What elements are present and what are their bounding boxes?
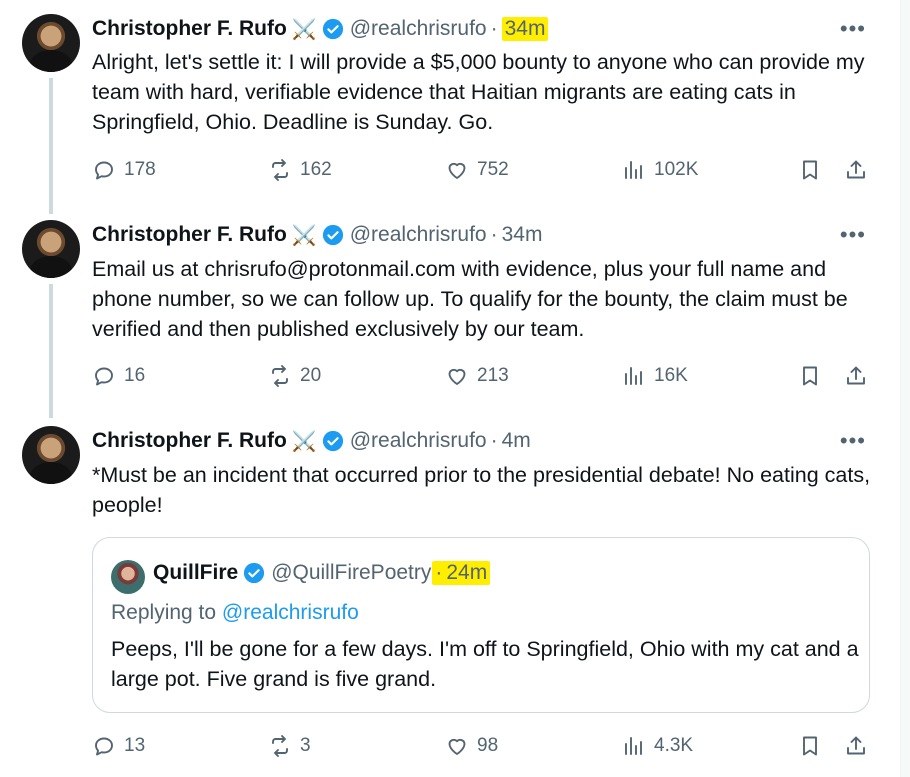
action-bar: 16 20 213 16K [92, 364, 882, 394]
heart-icon [448, 738, 466, 755]
timestamp-highlight[interactable]: · 24m [432, 561, 491, 585]
repost-button[interactable]: 162 [268, 158, 332, 182]
verified-badge-icon [244, 562, 265, 584]
author-name[interactable]: Christopher F. Rufo [92, 223, 287, 247]
action-bar: 13 3 98 4.3K [92, 734, 882, 764]
reply-icon [95, 737, 113, 756]
like-button[interactable]: 213 [445, 364, 509, 388]
timestamp: 24m [446, 561, 488, 584]
separator: · [435, 561, 443, 584]
verified-badge-icon [322, 224, 343, 246]
tweet-header: Christopher F. Rufo ⚔️ @realchrisrufo · … [92, 426, 531, 456]
more-options-icon[interactable]: ••• [840, 16, 866, 42]
replying-to: Replying to @realchrisrufo [111, 601, 359, 625]
more-options-icon[interactable]: ••• [840, 222, 866, 248]
repost-button[interactable]: 3 [268, 734, 311, 758]
heart-icon [448, 368, 466, 385]
bookmark-button[interactable] [798, 734, 830, 758]
tweet-2[interactable]: Christopher F. Rufo ⚔️ @realchrisrufo · … [0, 206, 900, 418]
share-icon [847, 160, 865, 179]
tweet-text: *Must be an incident that occurred prior… [92, 463, 871, 517]
reply-count: 16 [124, 365, 146, 386]
tweet-header: Christopher F. Rufo ⚔️ @realchrisrufo · … [92, 220, 542, 250]
tweet-header: Christopher F. Rufo ⚔️ @realchrisrufo · … [92, 14, 549, 44]
verified-badge-icon [322, 18, 343, 40]
views-button[interactable]: 16K [622, 364, 688, 388]
reply-icon [95, 161, 113, 180]
avatar[interactable] [22, 14, 80, 72]
replying-to-handle[interactable]: @realchrisrufo [222, 601, 359, 624]
reply-icon [95, 367, 113, 386]
separator: · [490, 223, 498, 246]
tweet-1[interactable]: Christopher F. Rufo ⚔️ @realchrisrufo · … [0, 0, 900, 214]
author-name[interactable]: QuillFire [153, 561, 238, 585]
action-bar: 178 162 752 102K [92, 158, 882, 188]
repost-button[interactable]: 20 [268, 364, 321, 388]
swords-emoji: ⚔️ [291, 224, 317, 247]
like-count: 98 [477, 735, 499, 756]
thread-line [49, 78, 53, 214]
share-icon [847, 736, 865, 755]
timestamp[interactable]: 34m [501, 17, 549, 41]
author-handle[interactable]: @QuillFirePoetry [271, 561, 431, 585]
repost-icon [272, 365, 288, 387]
bookmark-icon [803, 160, 817, 180]
avatar[interactable] [22, 220, 80, 278]
reply-button[interactable]: 13 [92, 734, 145, 758]
repost-count: 162 [300, 159, 332, 180]
avatar[interactable] [22, 426, 80, 484]
author-name[interactable]: Christopher F. Rufo [92, 429, 287, 453]
like-count: 213 [477, 365, 509, 386]
reply-button[interactable]: 178 [92, 158, 156, 182]
timestamp[interactable]: 34m [502, 223, 543, 247]
scrollbar-track[interactable] [900, 0, 910, 777]
like-button[interactable]: 752 [445, 158, 509, 182]
timestamp[interactable]: 4m [502, 429, 531, 453]
views-button[interactable]: 102K [622, 158, 698, 182]
bookmark-icon [803, 736, 817, 756]
view-count: 4.3K [654, 735, 694, 756]
view-count: 102K [654, 159, 699, 180]
author-name[interactable]: Christopher F. Rufo [92, 17, 287, 41]
author-handle[interactable]: @realchrisrufo [350, 223, 487, 247]
reply-button[interactable]: 16 [92, 364, 145, 388]
share-button[interactable] [844, 734, 876, 758]
bookmark-button[interactable] [798, 364, 830, 388]
heart-icon [448, 162, 466, 179]
reply-count: 13 [124, 735, 146, 756]
thread-line [49, 284, 53, 418]
like-count: 752 [477, 159, 509, 180]
share-button[interactable] [844, 158, 876, 182]
swords-emoji: ⚔️ [291, 18, 317, 41]
swords-emoji: ⚔️ [291, 430, 317, 453]
separator: · [490, 17, 498, 40]
avatar[interactable] [111, 560, 145, 594]
replying-prefix: Replying to [111, 601, 222, 624]
views-button[interactable]: 4.3K [622, 734, 693, 758]
quoted-tweet-header: QuillFire @QuillFirePoetry · 24m [153, 561, 491, 585]
repost-count: 20 [300, 365, 322, 386]
share-icon [847, 366, 865, 385]
analytics-icon [625, 161, 642, 179]
author-handle[interactable]: @realchrisrufo [350, 429, 487, 453]
view-count: 16K [654, 365, 688, 386]
quoted-tweet-text: Peeps, I'll be gone for a few days. I'm … [111, 637, 859, 691]
verified-badge-icon [322, 430, 343, 452]
repost-icon [272, 159, 288, 181]
more-options-icon[interactable]: ••• [840, 428, 866, 454]
bookmark-icon [803, 366, 817, 386]
like-button[interactable]: 98 [445, 734, 498, 758]
bookmark-button[interactable] [798, 158, 830, 182]
tweet-text: Alright, let's settle it: I will provide… [92, 50, 865, 134]
reply-count: 178 [124, 159, 156, 180]
author-handle[interactable]: @realchrisrufo [350, 17, 487, 41]
analytics-icon [625, 737, 642, 755]
separator: · [490, 429, 498, 452]
analytics-icon [625, 367, 642, 385]
repost-count: 3 [300, 735, 311, 756]
repost-icon [272, 735, 288, 757]
tweet-text: Email us at chrisrufo@protonmail.com wit… [92, 257, 848, 341]
quoted-tweet[interactable]: QuillFire @QuillFirePoetry · 24m Replying… [92, 537, 870, 713]
share-button[interactable] [844, 364, 876, 388]
